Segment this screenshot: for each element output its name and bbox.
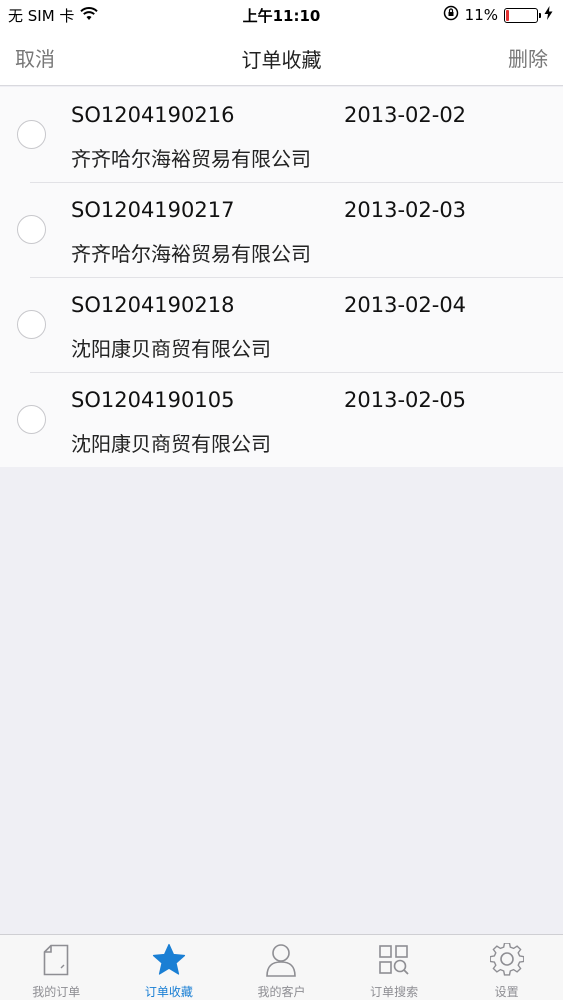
tab-bar: 我的订单 订单收藏 我的客户 订单搜索 设置 — [0, 934, 563, 1000]
order-company: 沈阳康贝商贸有限公司 — [71, 337, 271, 361]
tab-label: 订单收藏 — [144, 985, 193, 999]
select-radio[interactable] — [17, 120, 46, 149]
order-date: 2013-02-03 — [344, 198, 467, 222]
order-company: 齐齐哈尔海裕贸易有限公司 — [71, 242, 311, 266]
order-date: 2013-02-05 — [344, 388, 467, 412]
status-right: 11% — [443, 5, 553, 25]
person-icon — [263, 942, 299, 977]
page-title: 订单收藏 — [241, 48, 322, 72]
tab-my-orders[interactable]: 我的订单 — [0, 935, 113, 1000]
tab-label: 我的订单 — [32, 985, 81, 999]
select-radio[interactable] — [17, 405, 46, 434]
order-list: SO1204190216 2013-02-02 齐齐哈尔海裕贸易有限公司 SO1… — [0, 87, 563, 467]
document-icon — [38, 942, 74, 977]
status-bar: 无 SIM 卡 上午11:10 11% — [0, 0, 563, 30]
order-row[interactable]: SO1204190105 2013-02-05 沈阳康贝商贸有限公司 — [0, 372, 563, 467]
tab-label: 我的客户 — [257, 985, 306, 999]
tab-my-customers[interactable]: 我的客户 — [225, 935, 338, 1000]
order-row[interactable]: SO1204190217 2013-02-03 齐齐哈尔海裕贸易有限公司 — [0, 182, 563, 277]
select-radio[interactable] — [17, 215, 46, 244]
tab-label: 设置 — [494, 985, 519, 999]
battery-percent: 11% — [464, 6, 498, 24]
select-radio[interactable] — [17, 310, 46, 339]
order-row[interactable]: SO1204190218 2013-02-04 沈阳康贝商贸有限公司 — [0, 277, 563, 372]
battery-level — [506, 9, 509, 21]
tab-order-favorites[interactable]: 订单收藏 — [113, 935, 226, 1000]
tab-label: 订单搜索 — [370, 985, 419, 999]
tab-settings[interactable]: 设置 — [450, 935, 563, 1000]
search-grid-icon — [376, 942, 412, 977]
star-icon — [151, 942, 187, 977]
charging-icon — [544, 6, 553, 24]
gear-icon — [489, 942, 525, 977]
order-code: SO1204190217 — [71, 198, 235, 222]
order-code: SO1204190105 — [71, 388, 235, 412]
order-company: 齐齐哈尔海裕贸易有限公司 — [71, 147, 311, 171]
orientation-lock-icon — [443, 5, 459, 25]
order-company: 沈阳康贝商贸有限公司 — [71, 432, 271, 456]
tab-order-search[interactable]: 订单搜索 — [338, 935, 451, 1000]
order-code: SO1204190218 — [71, 293, 235, 317]
navigation-bar: 取消 订单收藏 删除 — [0, 30, 563, 86]
order-row[interactable]: SO1204190216 2013-02-02 齐齐哈尔海裕贸易有限公司 — [0, 87, 563, 182]
battery-icon — [504, 7, 541, 23]
order-date: 2013-02-04 — [344, 293, 467, 317]
order-date: 2013-02-02 — [344, 103, 467, 127]
delete-button[interactable]: 删除 — [508, 43, 548, 72]
order-code: SO1204190216 — [71, 103, 235, 127]
